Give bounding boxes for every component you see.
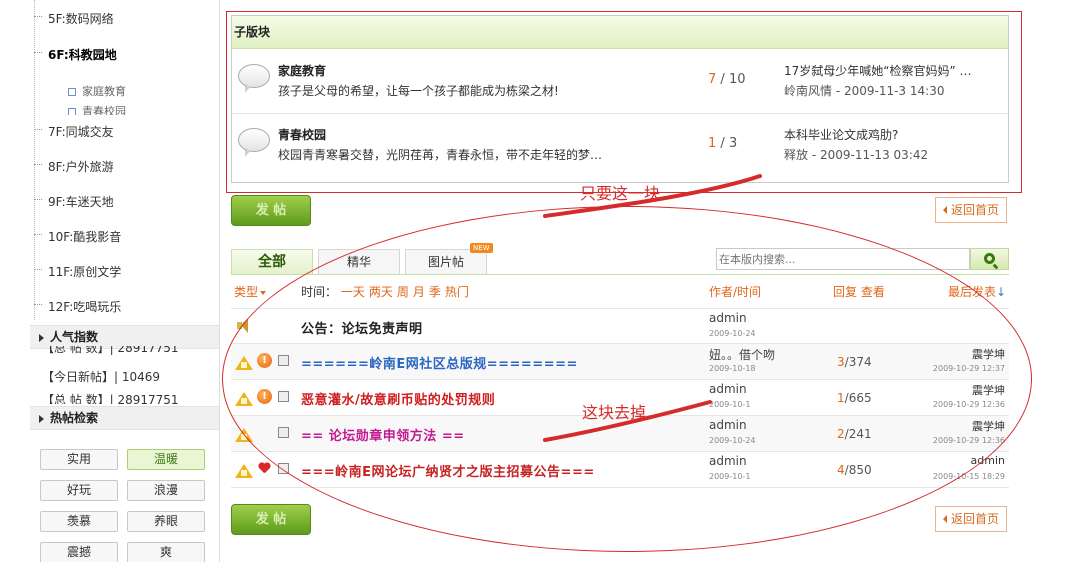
forum-item-10f[interactable]: 10F:酷我影音 (34, 228, 121, 245)
left-arrow-icon (942, 206, 947, 214)
tag-button-fun[interactable]: 好玩 (40, 480, 118, 501)
tag-button-eyecandy[interactable]: 养眼 (127, 511, 205, 532)
new-post-button-bottom[interactable]: 发 帖 (231, 504, 311, 535)
left-arrow-icon (942, 515, 947, 523)
expand-triangle-icon (39, 334, 44, 342)
dropdown-icon (260, 291, 267, 295)
tree-node-icon (68, 108, 76, 115)
forum-item-11f[interactable]: 11F:原创文学 (34, 263, 121, 280)
forum-item-8f[interactable]: 8F:户外旅游 (34, 158, 114, 175)
search-button[interactable] (970, 248, 1009, 270)
tree-line (34, 0, 35, 320)
new-post-button[interactable]: 发 帖 (231, 195, 311, 226)
forum-item-7f[interactable]: 7F:同城交友 (34, 123, 114, 140)
stat-total-posts-2: 【总 帖 数】| 28917751 (42, 393, 179, 404)
tag-button-envy[interactable]: 羡慕 (40, 511, 118, 532)
hot-search-header[interactable]: 热帖检索 (30, 406, 219, 430)
forum-item-12f[interactable]: 12F:吃喝玩乐 (34, 298, 121, 315)
type-filter[interactable]: 类型 (234, 283, 267, 300)
tab-all[interactable]: 全部 (231, 249, 313, 275)
stat-today-posts: 【今日新帖】| 10469 (42, 370, 161, 384)
annotation-keep-rectangle (226, 11, 1022, 193)
forum-item-5f[interactable]: 5F:数码网络 (34, 10, 114, 27)
tag-button-warm[interactable]: 温暖 (127, 449, 205, 470)
annotation-remove-ellipse (222, 206, 1032, 552)
tag-button-cool[interactable]: 爽 (127, 542, 205, 562)
search-icon (984, 253, 995, 264)
forum-item-9f[interactable]: 9F:车迷天地 (34, 193, 114, 210)
tag-button-shocking[interactable]: 震撼 (40, 542, 118, 562)
subforum-item-campus[interactable]: 青春校园 (68, 103, 126, 115)
sidebar: 5F:数码网络 6F:科教园地 家庭教育 青春校园 7F:同城交友 8F:户外旅… (30, 0, 220, 562)
expand-triangle-icon (39, 415, 44, 423)
back-home-button[interactable]: 返回首页 (935, 197, 1007, 223)
tag-button-practical[interactable]: 实用 (40, 449, 118, 470)
annotation-remove-text: 这块去掉 (582, 403, 647, 422)
heart-icon (258, 463, 270, 475)
tag-button-romantic[interactable]: 浪漫 (127, 480, 205, 501)
tree-node-icon (68, 88, 76, 96)
subforum-item-family[interactable]: 家庭教育 (68, 83, 126, 99)
pinned-thread-icon (235, 464, 253, 478)
back-home-button-bottom[interactable]: 返回首页 (935, 506, 1007, 532)
forum-item-6f[interactable]: 6F:科教园地 (34, 46, 117, 63)
annotation-keep-text: 只要这一块 (580, 184, 661, 203)
stat-total-posts: 【总 帖 数】| 28917751 (42, 346, 179, 355)
